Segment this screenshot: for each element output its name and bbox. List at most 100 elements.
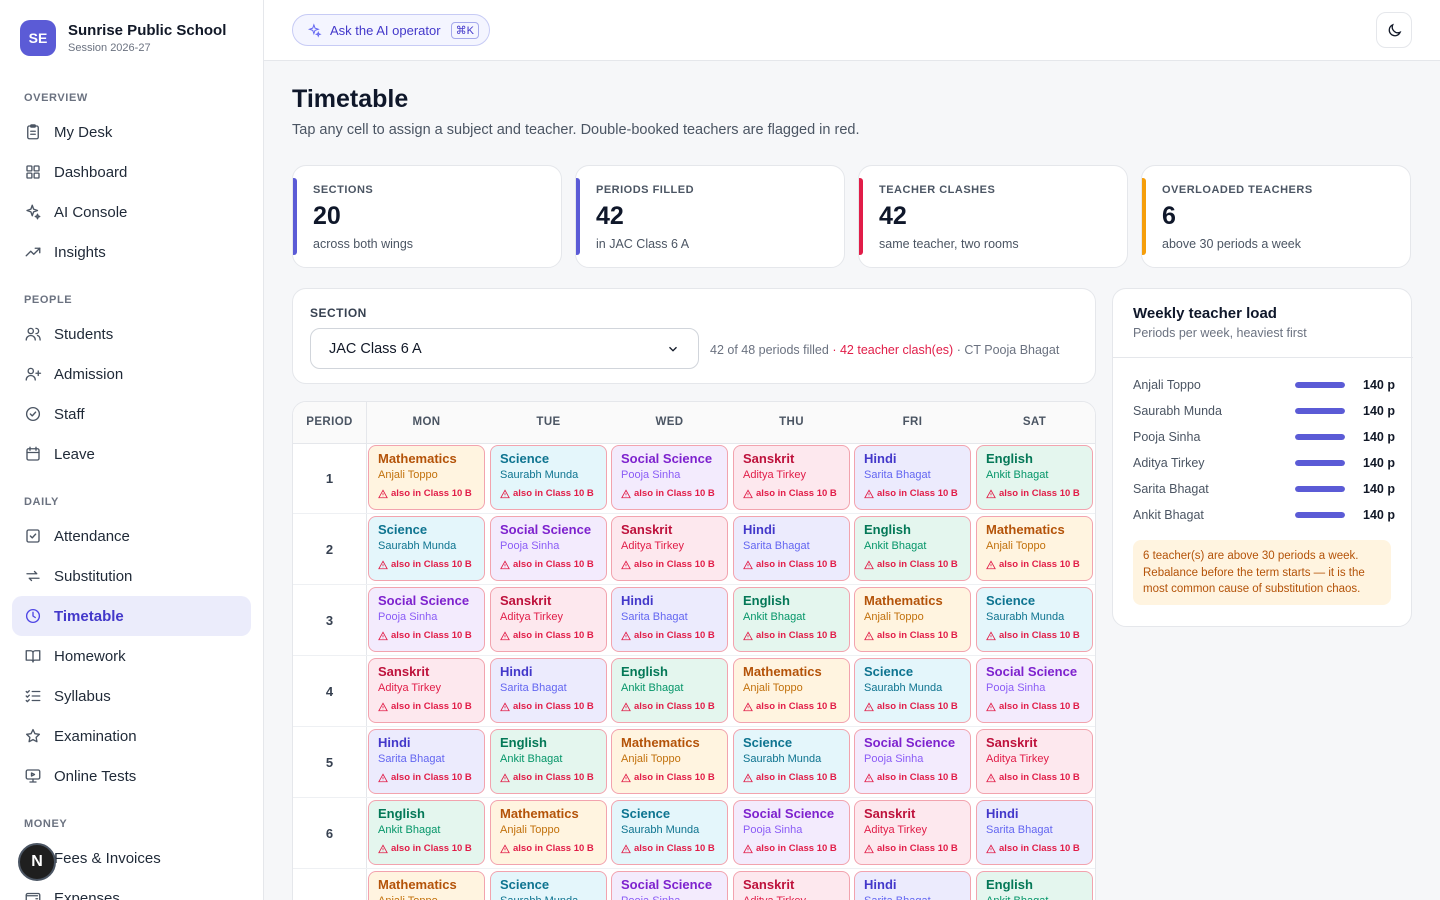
ask-ai-operator-button[interactable]: Ask the AI operator ⌘K: [292, 14, 490, 46]
clash-text: also in Class 10 B: [391, 772, 472, 783]
warning-icon: [621, 559, 631, 569]
timetable-cell[interactable]: EnglishAnkit Bhagatalso in Class 10 B: [368, 800, 485, 865]
sidebar-item-students[interactable]: Students: [12, 314, 251, 354]
timetable-cell[interactable]: Social SciencePooja Sinhaalso in Class 1…: [854, 729, 971, 794]
timetable-cell[interactable]: HindiSarita Bhagatalso in Class 10 B: [854, 871, 971, 900]
timetable-cell[interactable]: SanskritAditya Tirkeyalso in Class 10 B: [854, 800, 971, 865]
timetable-cell[interactable]: MathematicsAnjali Toppoalso in Class 10 …: [976, 516, 1093, 581]
timetable-cell[interactable]: ScienceSaurabh Mundaalso in Class 10 B: [976, 587, 1093, 652]
timetable-cell[interactable]: ScienceSaurabh Mundaalso in Class 10 B: [611, 800, 728, 865]
timetable-cell[interactable]: ScienceSaurabh Mundaalso in Class 10 B: [490, 871, 607, 900]
timetable-cell[interactable]: Social SciencePooja Sinhaalso in Class 1…: [733, 800, 850, 865]
sidebar-item-attendance[interactable]: Attendance: [12, 516, 251, 556]
timetable-cell[interactable]: EnglishAnkit Bhagatalso in Class 10 B: [611, 658, 728, 723]
clash-flag: also in Class 10 B: [743, 559, 840, 570]
sidebar-item-substitution[interactable]: Substitution: [12, 556, 251, 596]
timetable-cell[interactable]: MathematicsAnjali Toppoalso in Class 10 …: [611, 729, 728, 794]
timetable-cell[interactable]: HindiSarita Bhagatalso in Class 10 B: [490, 658, 607, 723]
sidebar-item-staff[interactable]: Staff: [12, 394, 251, 434]
timetable-cell[interactable]: Social SciencePooja Sinhaalso in Class 1…: [490, 516, 607, 581]
period-number: 3: [325, 613, 334, 628]
dev-badge[interactable]: N: [18, 843, 56, 881]
clash-flag: also in Class 10 B: [378, 772, 475, 783]
timetable-cell[interactable]: EnglishAnkit Bhagatalso in Class 10 B: [976, 871, 1093, 900]
period-column-header: PERIOD: [306, 416, 353, 428]
timetable-cell[interactable]: Social SciencePooja Sinhaalso in Class 1…: [611, 445, 728, 510]
timetable-cell[interactable]: ScienceSaurabh Mundaalso in Class 10 B: [490, 445, 607, 510]
timetable-cell[interactable]: EnglishAnkit Bhagatalso in Class 10 B: [854, 516, 971, 581]
clash-flag: also in Class 10 B: [986, 488, 1083, 499]
section-select[interactable]: JAC Class 6 A: [310, 328, 699, 369]
timetable-cell[interactable]: SanskritAditya Tirkeyalso in Class 10 B: [611, 516, 728, 581]
cell-subject: Mathematics: [864, 593, 943, 608]
day-header: TUE: [536, 416, 561, 428]
warning-icon: [743, 843, 753, 853]
timetable-cell[interactable]: HindiSarita Bhagatalso in Class 10 B: [368, 729, 485, 794]
brand[interactable]: SE Sunrise Public School Session 2026-27: [0, 0, 263, 76]
sidebar-item-examination[interactable]: Examination: [12, 716, 251, 756]
cell-subject: English: [986, 451, 1033, 466]
timetable-cell[interactable]: HindiSarita Bhagatalso in Class 10 B: [854, 445, 971, 510]
load-row: Ankit Bhagat 140 p: [1133, 507, 1395, 525]
timetable-cell[interactable]: SanskritAditya Tirkeyalso in Class 10 B: [368, 658, 485, 723]
timetable-cell[interactable]: SanskritAditya Tirkeyalso in Class 10 B: [976, 729, 1093, 794]
section-selected-value: JAC Class 6 A: [329, 340, 422, 357]
timetable-cell[interactable]: MathematicsAnjali Toppoalso in Class 10 …: [368, 871, 485, 900]
timetable-cell[interactable]: EnglishAnkit Bhagatalso in Class 10 B: [490, 729, 607, 794]
timetable-cell[interactable]: Social SciencePooja Sinhaalso in Class 1…: [368, 587, 485, 652]
cell-subject: Science: [743, 735, 793, 750]
sidebar-item-admission[interactable]: Admission: [12, 354, 251, 394]
section-summary: 42 of 48 periods filled · 42 teacher cla…: [710, 343, 1059, 357]
timetable-cell[interactable]: MathematicsAnjali Toppoalso in Class 10 …: [368, 445, 485, 510]
sparkle-icon: [26, 204, 41, 220]
load-bar-track: [1295, 460, 1345, 466]
sidebar-item-ai-console[interactable]: AI Console: [12, 192, 251, 232]
timetable-cell[interactable]: SanskritAditya Tirkeyalso in Class 10 B: [733, 871, 850, 900]
cell-subject: Hindi: [743, 522, 776, 537]
timetable-cell[interactable]: ScienceSaurabh Mundaalso in Class 10 B: [733, 729, 850, 794]
timetable-cell[interactable]: ScienceSaurabh Mundaalso in Class 10 B: [368, 516, 485, 581]
cell-subject: Mathematics: [621, 735, 700, 750]
timetable-cell[interactable]: SanskritAditya Tirkeyalso in Class 10 B: [733, 445, 850, 510]
timetable-cell[interactable]: EnglishAnkit Bhagatalso in Class 10 B: [976, 445, 1093, 510]
nav-section-daily: DAILY: [24, 496, 59, 508]
cell-teacher: Anjali Toppo: [743, 682, 803, 694]
sidebar-item-my-desk[interactable]: My Desk: [12, 112, 251, 152]
timetable-cell[interactable]: MathematicsAnjali Toppoalso in Class 10 …: [733, 658, 850, 723]
clash-text: also in Class 10 B: [877, 630, 958, 641]
sidebar-item-expenses[interactable]: Expenses: [12, 878, 251, 900]
clash-text: also in Class 10 B: [877, 701, 958, 712]
sidebar-item-label: Admission: [54, 365, 124, 383]
sidebar-item-homework[interactable]: Homework: [12, 636, 251, 676]
sparkle-icon: [307, 22, 322, 38]
timetable-cell[interactable]: HindiSarita Bhagatalso in Class 10 B: [611, 587, 728, 652]
cell-teacher: Saurabh Munda: [743, 753, 822, 765]
timetable-cell[interactable]: EnglishAnkit Bhagatalso in Class 10 B: [733, 587, 850, 652]
wallet-icon: [25, 892, 41, 900]
theme-toggle-button[interactable]: [1376, 12, 1412, 48]
warning-icon: [378, 630, 388, 640]
clash-flag: also in Class 10 B: [986, 630, 1083, 641]
sidebar-item-leave[interactable]: Leave: [12, 434, 251, 474]
timetable-cell[interactable]: SanskritAditya Tirkeyalso in Class 10 B: [490, 587, 607, 652]
sidebar-item-online-tests[interactable]: Online Tests: [12, 756, 251, 796]
sidebar-item-insights[interactable]: Insights: [12, 232, 251, 272]
cell-subject: Sanskrit: [864, 806, 916, 821]
sidebar-item-timetable[interactable]: Timetable: [12, 596, 251, 636]
sidebar-item-syllabus[interactable]: Syllabus: [12, 676, 251, 716]
sidebar-item-dashboard[interactable]: Dashboard: [12, 152, 251, 192]
stat-note: across both wings: [313, 237, 414, 251]
timetable-cell[interactable]: MathematicsAnjali Toppoalso in Class 10 …: [854, 587, 971, 652]
cell-subject: Science: [621, 806, 671, 821]
timetable-cell[interactable]: MathematicsAnjali Toppoalso in Class 10 …: [490, 800, 607, 865]
cell-teacher: Ankit Bhagat: [743, 611, 806, 623]
clash-text: also in Class 10 B: [756, 559, 837, 570]
timetable-cell[interactable]: HindiSarita Bhagatalso in Class 10 B: [976, 800, 1093, 865]
warning-icon: [500, 843, 510, 853]
load-bar-track: [1295, 408, 1345, 414]
timetable-cell[interactable]: ScienceSaurabh Mundaalso in Class 10 B: [854, 658, 971, 723]
timetable-cell[interactable]: Social SciencePooja Sinhaalso in Class 1…: [611, 871, 728, 900]
timetable-cell[interactable]: HindiSarita Bhagatalso in Class 10 B: [733, 516, 850, 581]
cell-teacher: Saurabh Munda: [864, 682, 943, 694]
timetable-cell[interactable]: Social SciencePooja Sinhaalso in Class 1…: [976, 658, 1093, 723]
